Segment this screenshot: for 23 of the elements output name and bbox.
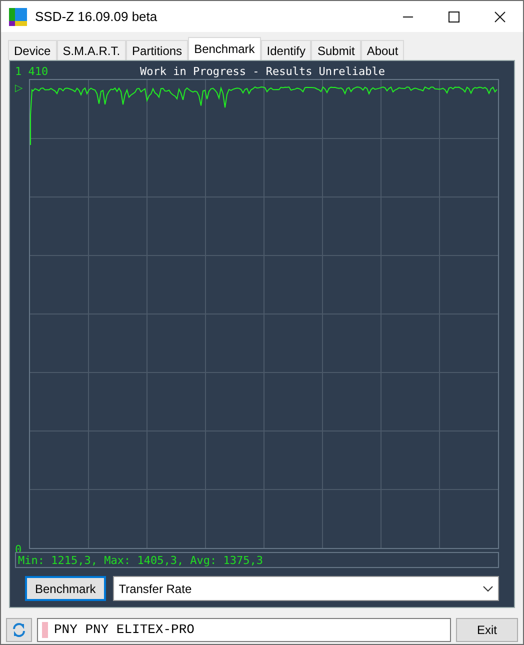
tab[interactable]: Partitions: [126, 40, 188, 60]
app-icon: [9, 8, 27, 26]
mode-dropdown[interactable]: Transfer Rate: [112, 576, 499, 601]
chevron-down-icon: [483, 586, 493, 592]
drive-field[interactable]: PNY PNY ELITEX-PRO: [37, 618, 451, 642]
y-axis-label: 1 410: [15, 66, 48, 76]
stats-text: Min: 1215,3, Max: 1405,3, Avg: 1375,3: [18, 554, 264, 566]
refresh-button[interactable]: [6, 618, 32, 642]
window-title: SSD-Z 16.09.09 beta: [35, 8, 158, 26]
tab[interactable]: Device: [8, 40, 57, 60]
status-indicator: [42, 622, 48, 638]
exit-button[interactable]: Exit: [456, 618, 518, 642]
marker-label: ▷: [15, 84, 24, 94]
tab[interactable]: About: [360, 40, 404, 60]
benchmark-button[interactable]: Benchmark: [25, 576, 106, 601]
graph-title: Work in Progress - Results Unreliable: [140, 66, 386, 76]
tab[interactable]: Submit: [311, 40, 361, 60]
tab[interactable]: S.M.A.R.T.: [56, 40, 126, 60]
tab[interactable]: Identify: [260, 40, 312, 60]
maximize-icon[interactable]: [448, 10, 460, 22]
tab[interactable]: Benchmark: [188, 37, 261, 60]
refresh-icon: [11, 622, 27, 638]
close-icon[interactable]: [494, 10, 506, 22]
